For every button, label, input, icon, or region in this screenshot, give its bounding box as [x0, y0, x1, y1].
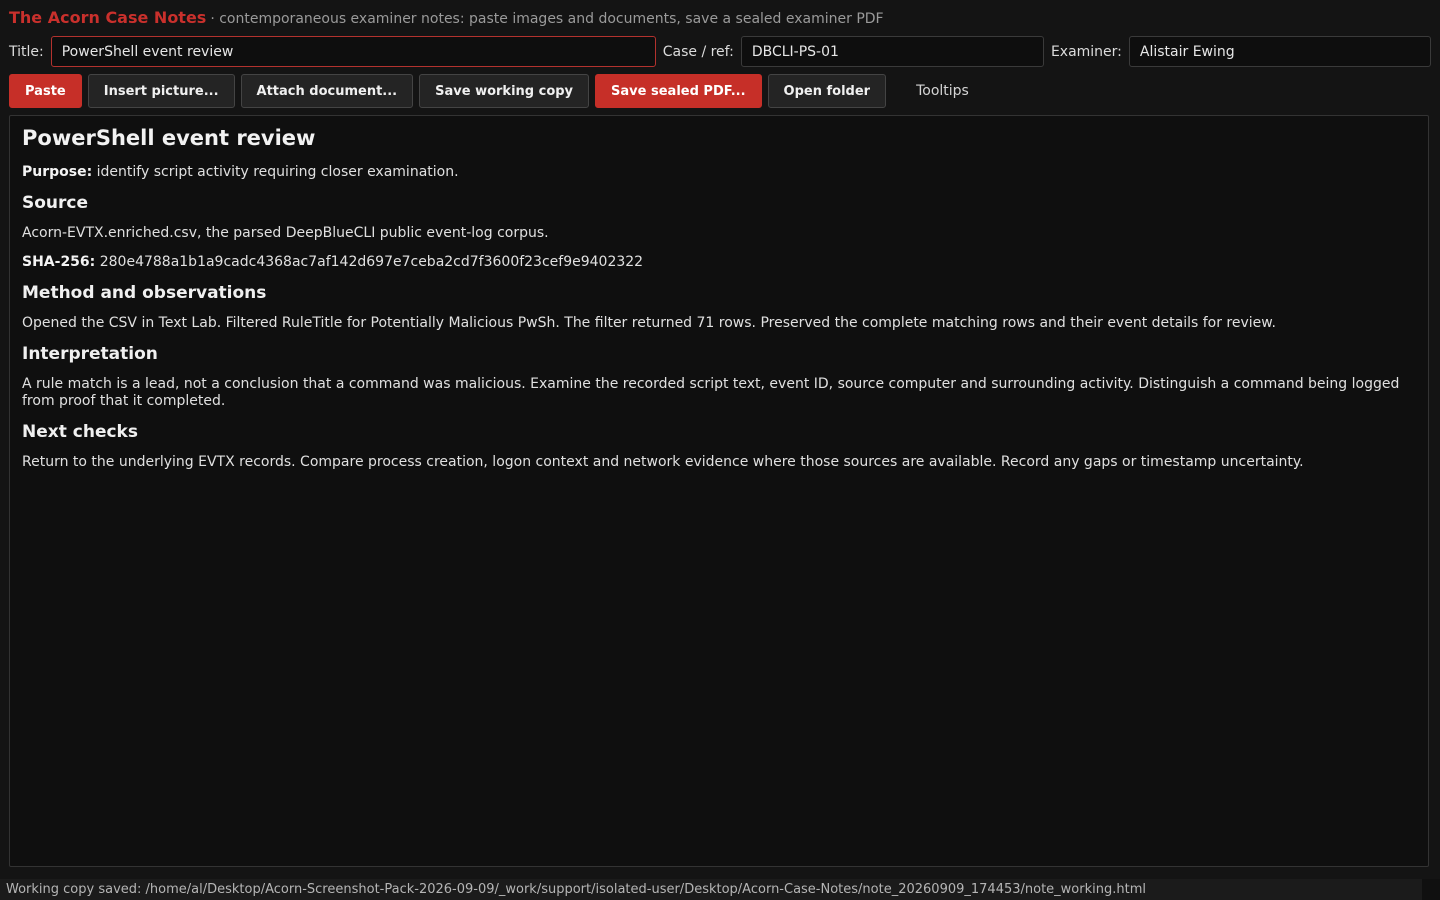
save-working-copy-button[interactable]: Save working copy [419, 74, 590, 108]
document-title: PowerShell event review [22, 126, 316, 150]
app-title: The Acorn Case Notes [9, 8, 207, 27]
source-text: Acorn-EVTX.enriched.csv, the parsed Deep… [22, 225, 549, 241]
method-heading: Method and observations [22, 283, 267, 303]
attach-document-button[interactable]: Attach document... [240, 74, 414, 108]
title-input[interactable] [50, 36, 656, 67]
metadata-fields: Title: Case / ref: Examiner: [9, 35, 1431, 68]
case-ref-input[interactable] [740, 36, 1044, 67]
sha256-label: SHA-256: [22, 254, 96, 270]
insert-picture-button[interactable]: Insert picture... [87, 74, 235, 108]
toolbar: Paste Insert picture... Attach document.… [9, 74, 1431, 108]
purpose-text: identify script activity requiring close… [92, 164, 459, 180]
app-subtitle: · contemporaneous examiner notes: paste … [210, 11, 884, 27]
sha256-paragraph: SHA-256: 280e4788a1b1a9cadc4368ac7af142d… [22, 254, 1416, 271]
interpretation-heading: Interpretation [22, 344, 158, 364]
case-label: Case / ref: [662, 43, 734, 60]
open-folder-button[interactable]: Open folder [767, 74, 887, 108]
note-editor[interactable]: PowerShell event review Purpose: identif… [9, 115, 1429, 867]
source-heading: Source [22, 193, 89, 213]
title-label: Title: [9, 43, 44, 60]
paste-button[interactable]: Paste [9, 74, 82, 108]
app-window: The Acorn Case Notes · contemporaneous e… [0, 0, 1440, 900]
resize-grip[interactable] [1422, 879, 1440, 900]
interpretation-text: A rule match is a lead, not a conclusion… [22, 376, 1400, 409]
save-sealed-pdf-button[interactable]: Save sealed PDF... [595, 74, 762, 108]
examiner-label: Examiner: [1050, 43, 1122, 60]
header: The Acorn Case Notes · contemporaneous e… [9, 8, 1431, 30]
next-checks-heading: Next checks [22, 422, 138, 442]
method-text: Opened the CSV in Text Lab. Filtered Rul… [22, 315, 1276, 331]
sha256-value: 280e4788a1b1a9cadc4368ac7af142d697e7ceba… [95, 254, 644, 270]
tooltips-toggle[interactable]: Tooltips [916, 83, 969, 99]
purpose-paragraph: Purpose: identify script activity requir… [22, 164, 1416, 181]
next-checks-text: Return to the underlying EVTX records. C… [22, 454, 1304, 470]
examiner-input[interactable] [1128, 36, 1431, 67]
status-bar: Working copy saved: /home/al/Desktop/Aco… [0, 879, 1440, 900]
purpose-label: Purpose: [22, 164, 93, 180]
